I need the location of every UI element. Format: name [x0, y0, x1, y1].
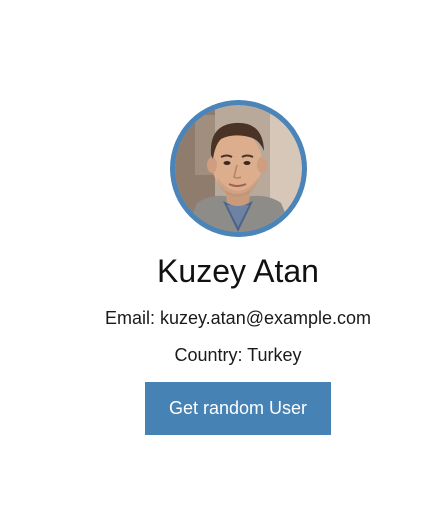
user-email: Email: kuzey.atan@example.com: [104, 308, 372, 328]
user-name: Kuzey Atan: [157, 253, 319, 289]
get-random-user-button[interactable]: Get random User: [145, 382, 331, 435]
user-country: Country: Turkey: [174, 345, 302, 365]
user-photo-icon: [175, 105, 302, 232]
user-card: Kuzey Atan Email: kuzey.atan@example.com…: [0, 0, 443, 532]
avatar: [170, 100, 307, 237]
